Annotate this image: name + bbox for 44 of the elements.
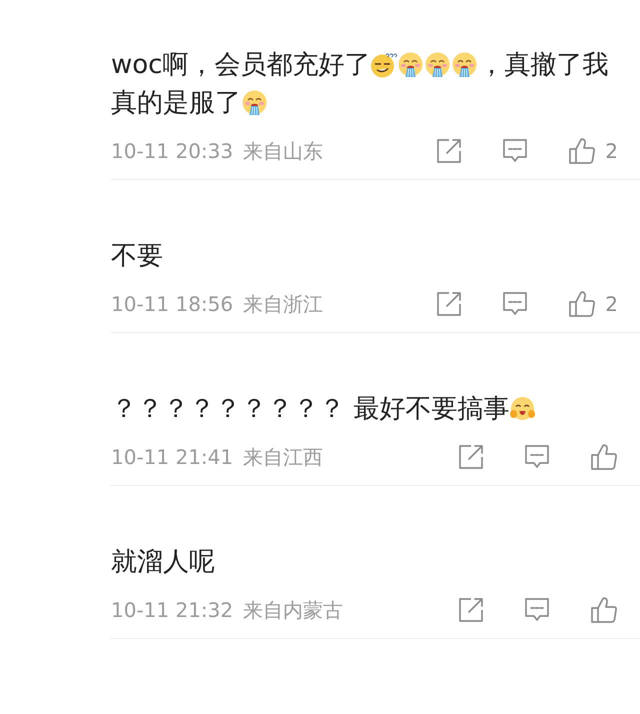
share-icon	[436, 138, 462, 164]
comment-icon	[524, 444, 550, 470]
share-icon	[458, 444, 484, 470]
comment-text: 真的是服了	[111, 87, 241, 120]
comment-text: ，真撤了我	[478, 49, 608, 82]
comment-location: 来自浙江	[243, 291, 324, 318]
thumbs-up-icon	[568, 137, 596, 165]
comment-text: woc啊，会员都充好了	[111, 49, 370, 82]
share-icon	[458, 597, 484, 623]
spewing-face-icon	[397, 52, 424, 78]
comment-icon	[502, 291, 528, 317]
comment-button[interactable]	[524, 444, 550, 470]
comment-text: 不要	[111, 240, 163, 273]
comment-button[interactable]	[524, 597, 550, 623]
comment-location: 来自山东	[243, 138, 324, 165]
spewing-face-icon	[424, 52, 452, 78]
thumbs-up-icon	[590, 443, 618, 471]
like-button[interactable]	[590, 443, 618, 471]
smiling-face-icon	[509, 396, 536, 422]
share-button[interactable]	[458, 444, 484, 470]
spewing-face-icon	[451, 52, 478, 78]
comment-location: 来自江西	[243, 444, 324, 471]
comment-time: 10-11 18:56	[111, 291, 234, 318]
comment-icon	[502, 138, 528, 164]
comment-time: 10-11 21:32	[111, 597, 234, 624]
spewing-face-icon	[241, 90, 268, 116]
thumbs-up-icon	[568, 290, 596, 318]
comment-button[interactable]	[502, 138, 528, 164]
thumbs-up-icon	[590, 596, 618, 624]
share-icon	[436, 291, 462, 317]
puzzled-face-icon	[370, 52, 398, 78]
like-button[interactable]: 2	[568, 136, 618, 166]
share-button[interactable]	[436, 138, 462, 164]
comment-time: 10-11 20:33	[111, 138, 234, 165]
like-button[interactable]	[590, 596, 618, 624]
comment-text: ？？？？？？？？？ 最好不要搞事	[111, 393, 510, 426]
share-button[interactable]	[436, 291, 462, 317]
comment-button[interactable]	[502, 291, 528, 317]
comment-location: 来自内蒙古	[243, 597, 344, 624]
comment-icon	[524, 597, 550, 623]
like-button[interactable]: 2	[568, 289, 618, 319]
share-button[interactable]	[458, 597, 484, 623]
comment-text: 就溜人呢	[111, 546, 215, 579]
comment-time: 10-11 21:41	[111, 444, 234, 471]
